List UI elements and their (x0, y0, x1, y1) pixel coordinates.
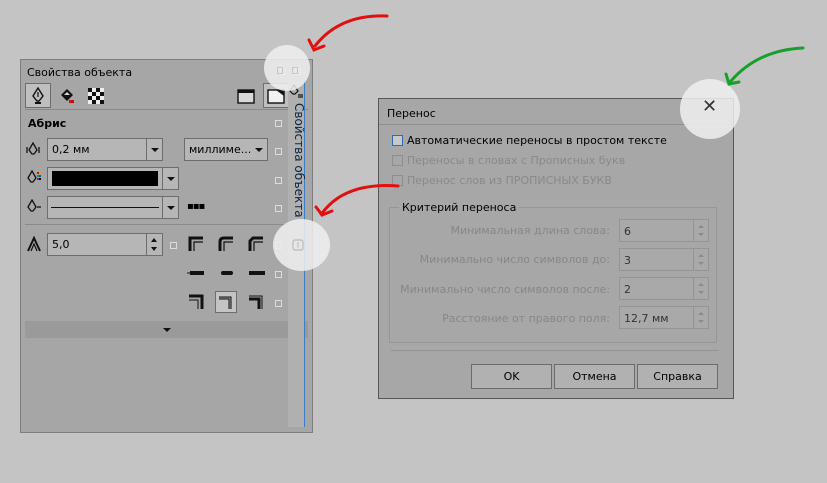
annotation-arrows-layer (307, 14, 805, 217)
arrow-red-mid (314, 184, 400, 217)
arrow-green (724, 46, 805, 86)
arrow-red-top (307, 14, 389, 52)
